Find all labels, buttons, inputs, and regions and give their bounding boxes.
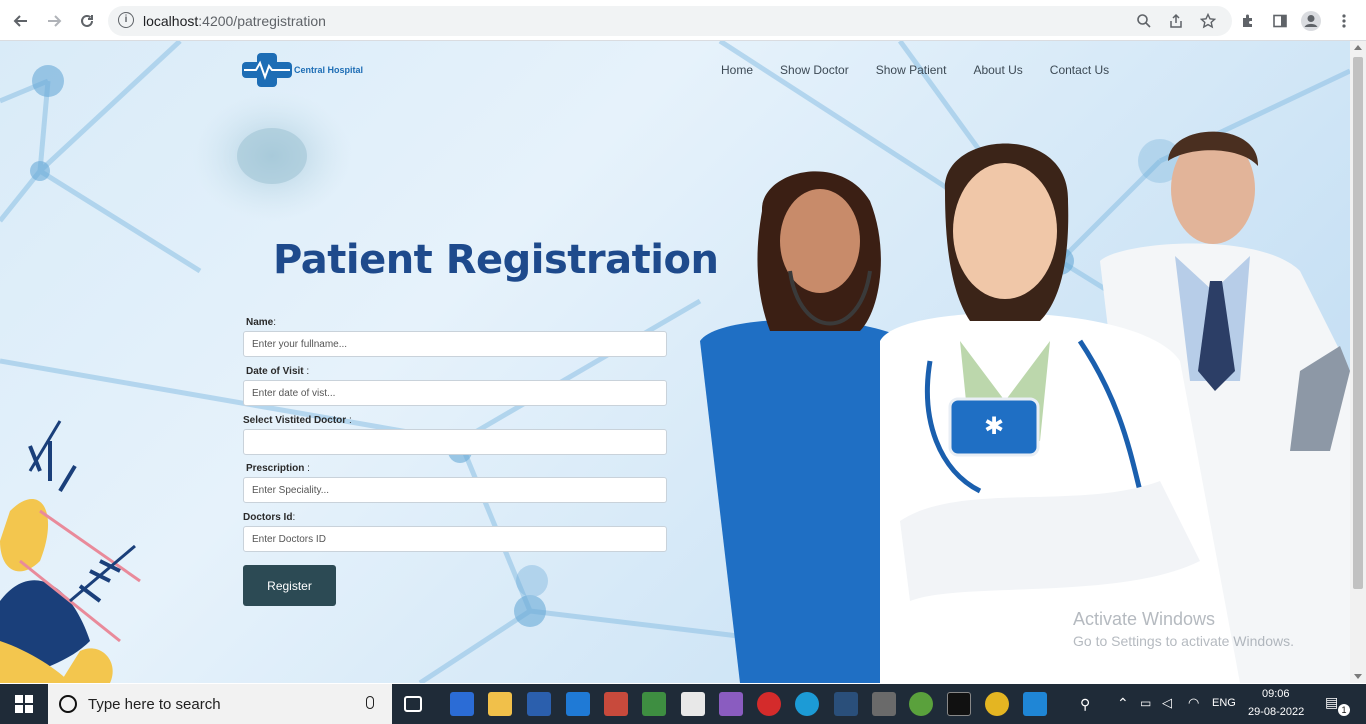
background-network-graphic: ✱ — [0, 41, 1350, 683]
medical-cross-logo-icon — [242, 53, 292, 87]
svg-text:✱: ✱ — [984, 412, 1004, 440]
doctors-id-label-colon: : — [292, 512, 296, 523]
nav-about-us[interactable]: About Us — [973, 63, 1022, 77]
start-button[interactable] — [0, 684, 48, 724]
name-label-text: Name — [246, 317, 274, 328]
browser-toolbar: i localhost:4200/patregistration — [0, 0, 1366, 41]
date-of-visit-input[interactable] — [243, 380, 667, 406]
prescription-label-text: Prescription — [246, 463, 305, 474]
wifi-icon[interactable]: ◠ — [1188, 695, 1199, 711]
plant-decoration — [0, 420, 141, 683]
scroll-up-arrow-icon[interactable] — [1354, 45, 1362, 50]
nav-home[interactable]: Home — [721, 63, 753, 77]
word-app-icon[interactable] — [527, 692, 551, 716]
select-doctor-label: Select Vistited Doctor : — [243, 415, 352, 426]
cortana-circle-icon — [59, 695, 77, 713]
colorful-app-icon[interactable] — [719, 692, 743, 716]
clock-time[interactable]: 09:06 — [1262, 688, 1290, 700]
taskbar-search-box[interactable]: Type here to search — [48, 684, 392, 724]
nav-contact-us[interactable]: Contact Us — [1050, 63, 1109, 77]
nav-show-doctor[interactable]: Show Doctor — [780, 63, 849, 77]
notification-center-icon[interactable]: ▤ — [1325, 694, 1338, 711]
scrollbar-thumb[interactable] — [1353, 57, 1363, 589]
language-indicator[interactable]: ENG — [1212, 697, 1236, 709]
spring-tool-icon[interactable] — [909, 692, 933, 716]
reload-icon[interactable] — [74, 8, 100, 34]
file-explorer-icon[interactable] — [488, 692, 512, 716]
site-info-icon[interactable]: i — [118, 12, 134, 28]
zoom-icon[interactable] — [1133, 10, 1155, 32]
prescription-input[interactable] — [243, 477, 667, 503]
windows-taskbar: Type here to search ⚲ ⌃ ▭ ◁ ◠ ENG 09:06 … — [0, 684, 1366, 724]
activate-windows-subtitle: Go to Settings to activate Windows. — [1073, 633, 1294, 649]
name-input[interactable] — [243, 331, 667, 357]
tray-chevron-up-icon[interactable]: ⌃ — [1117, 695, 1129, 712]
sheets-app-icon[interactable] — [642, 692, 666, 716]
mail-app-icon[interactable] — [566, 692, 590, 716]
address-bar[interactable]: i localhost:4200/patregistration — [108, 6, 1232, 36]
hospital-logo[interactable]: Central Hospital — [242, 53, 363, 87]
page-scrollbar[interactable] — [1350, 41, 1366, 683]
scroll-down-arrow-icon[interactable] — [1354, 674, 1362, 679]
terminal-app-icon[interactable] — [947, 692, 971, 716]
date-of-visit-label: Date of Visit : — [246, 366, 309, 377]
forward-icon[interactable] — [41, 8, 67, 34]
back-icon[interactable] — [8, 8, 34, 34]
prescription-label: Prescription : — [246, 463, 310, 474]
register-button[interactable]: Register — [243, 565, 336, 606]
task-view-icon[interactable] — [404, 696, 422, 712]
name-label: Name: — [246, 317, 276, 328]
volume-icon[interactable]: ◁ — [1162, 695, 1172, 711]
logo-text: Central Hospital — [294, 65, 364, 75]
microphone-icon[interactable] — [366, 696, 374, 709]
bookmark-star-icon[interactable] — [1197, 10, 1219, 32]
date-label-colon: : — [303, 366, 310, 377]
nav-show-patient[interactable]: Show Patient — [876, 63, 947, 77]
people-icon[interactable]: ⚲ — [1080, 696, 1090, 713]
main-navigation: Home Show Doctor Show Patient About Us C… — [721, 63, 1136, 77]
chrome-browser-icon[interactable] — [985, 692, 1009, 716]
doctors-id-label: Doctors Id: — [243, 512, 295, 523]
edge-browser-icon[interactable] — [795, 692, 819, 716]
clock-date[interactable]: 29-08-2022 — [1248, 706, 1304, 718]
paint-app-icon[interactable] — [604, 692, 628, 716]
flag-app-icon[interactable] — [872, 692, 896, 716]
mysql-workbench-icon[interactable] — [834, 692, 858, 716]
windows-logo-icon — [15, 695, 33, 713]
extensions-icon[interactable] — [1237, 10, 1259, 32]
doctor-label-text: Select Vistited Doctor — [243, 415, 347, 426]
opera-browser-icon[interactable] — [757, 692, 781, 716]
menu-kebab-icon[interactable] — [1333, 10, 1355, 32]
store-app-icon[interactable] — [450, 692, 474, 716]
activate-windows-title: Activate Windows — [1073, 609, 1216, 629]
page-viewport: ✱ Central Hospital Home Show Doctor Show… — [0, 41, 1350, 683]
date-label-text: Date of Visit — [246, 366, 304, 377]
share-icon[interactable] — [1165, 10, 1187, 32]
battery-icon[interactable]: ▭ — [1140, 696, 1151, 710]
vscode-app-icon[interactable] — [1023, 692, 1047, 716]
url-path: :4200/patregistration — [198, 13, 326, 29]
doctor-label-colon: : — [346, 415, 352, 426]
url-host: localhost — [143, 13, 199, 29]
taskbar-search-placeholder: Type here to search — [88, 696, 221, 713]
doctors-id-input[interactable] — [243, 526, 667, 552]
url-text: localhost:4200/patregistration — [143, 13, 326, 29]
side-panel-icon[interactable] — [1269, 10, 1291, 32]
profile-avatar-icon[interactable] — [1300, 10, 1322, 32]
select-doctor-dropdown[interactable] — [243, 429, 667, 455]
page-title: Patient Registration — [273, 237, 719, 283]
notification-count-badge: 1 — [1338, 704, 1350, 716]
name-label-colon: : — [273, 317, 277, 328]
prescription-label-colon: : — [304, 463, 310, 474]
doctors-illustration: ✱ — [700, 131, 1350, 683]
doctors-id-label-text: Doctors Id — [243, 512, 293, 523]
photos-app-icon[interactable] — [681, 692, 705, 716]
